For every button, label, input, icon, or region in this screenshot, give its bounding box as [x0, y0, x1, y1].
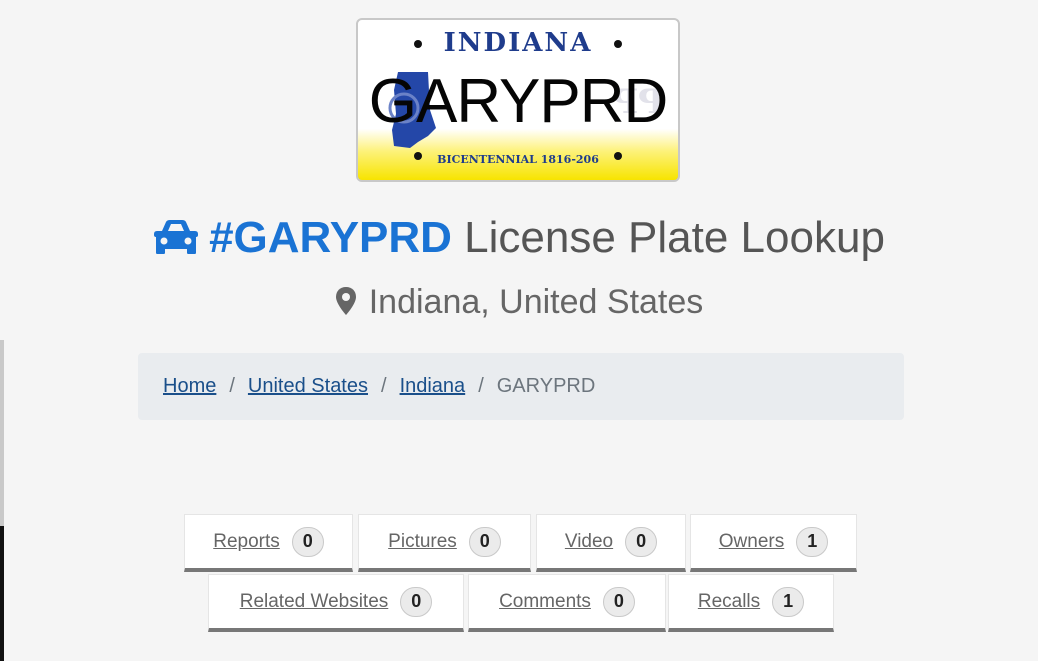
count-badge: 0 — [400, 586, 433, 617]
count-badge: 0 — [291, 526, 324, 557]
breadcrumb-separator: / — [478, 375, 484, 397]
tab-label[interactable]: Comments — [499, 591, 599, 613]
breadcrumb-united-states[interactable]: United States — [248, 375, 368, 398]
breadcrumb-home[interactable]: Home — [163, 375, 216, 398]
title-suffix: License Plate Lookup — [451, 213, 885, 262]
tab-label[interactable]: Pictures — [388, 531, 465, 553]
breadcrumb-indiana[interactable]: Indiana — [400, 375, 466, 398]
breadcrumb: Home / United States / Indiana / GARYPRD — [138, 353, 904, 420]
breadcrumb-current: GARYPRD — [496, 375, 596, 397]
tab-video[interactable]: Video 0 — [536, 514, 686, 572]
count-badge: 1 — [772, 586, 805, 617]
tab-label[interactable]: Video — [565, 531, 621, 553]
tab-label[interactable]: Reports — [213, 531, 288, 553]
plate-hashtag: #GARYPRD — [209, 213, 452, 262]
tab-reports[interactable]: Reports 0 — [184, 514, 353, 572]
license-plate-image: INDIANA ꟼꟼ GARYPRD BICENTENNIAL 1816-206 — [356, 18, 680, 182]
tab-label[interactable]: Recalls — [698, 591, 768, 613]
tab-label[interactable]: Related Websites — [240, 591, 397, 613]
count-badge: 1 — [796, 526, 829, 557]
tab-owners[interactable]: Owners 1 — [690, 514, 857, 572]
page: INDIANA ꟼꟼ GARYPRD BICENTENNIAL 1816-206… — [0, 0, 1038, 661]
plate-number: GARYPRD — [368, 67, 669, 136]
tab-pictures[interactable]: Pictures 0 — [358, 514, 531, 572]
count-badge: 0 — [468, 526, 501, 557]
map-marker-icon — [335, 287, 356, 315]
location-text: Indiana, United States — [368, 283, 704, 321]
plate-motto: BICENTENNIAL 1816-206 — [437, 153, 599, 166]
car-icon — [154, 220, 199, 254]
tab-label[interactable]: Owners — [719, 531, 792, 553]
tab-comments[interactable]: Comments 0 — [468, 574, 666, 632]
left-edge-divider — [0, 340, 4, 526]
page-title: #GARYPRD License Plate Lookup — [0, 210, 1038, 266]
left-edge-strip — [0, 526, 4, 661]
plate-state: INDIANA — [443, 28, 593, 58]
breadcrumb-separator: / — [381, 375, 387, 397]
tab-related-websites[interactable]: Related Websites 0 — [208, 574, 464, 632]
breadcrumb-separator: / — [229, 375, 235, 397]
count-badge: 0 — [602, 586, 635, 617]
location-subtitle: Indiana, United States — [0, 280, 1038, 324]
count-badge: 0 — [625, 526, 658, 557]
tab-recalls[interactable]: Recalls 1 — [668, 574, 834, 632]
